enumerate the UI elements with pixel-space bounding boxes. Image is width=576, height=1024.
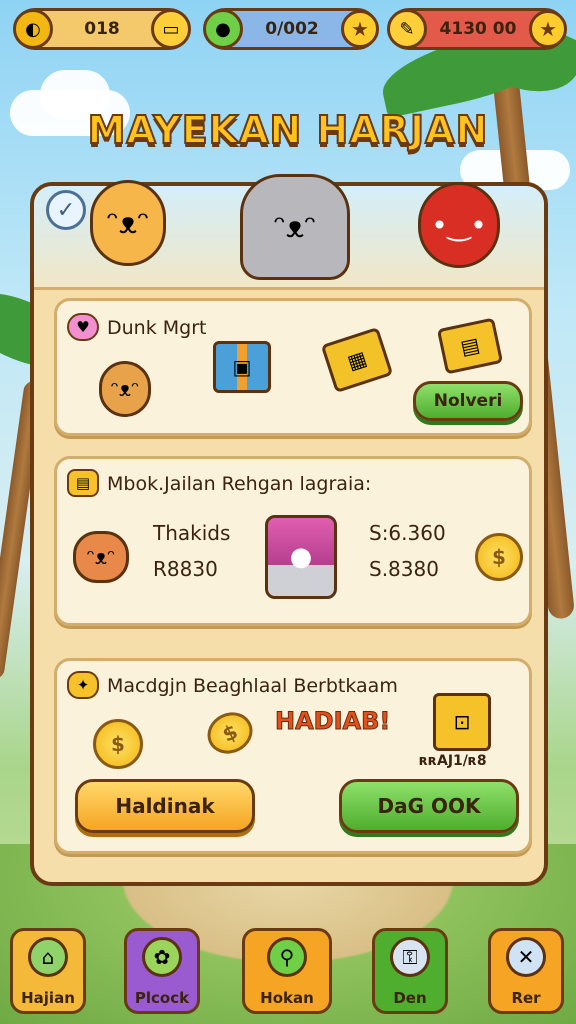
fruit-icon: ✿ <box>142 937 182 977</box>
star-icon[interactable]: ★ <box>341 10 379 48</box>
treasure-box-icon[interactable]: ● <box>265 515 337 599</box>
heart-gem-icon: ♥ <box>67 313 99 341</box>
reward-label: HADIAB! <box>274 707 391 736</box>
chest-label: ʀʀAJ1/ʀ8 <box>419 753 487 769</box>
nav-label: Plcock <box>134 989 190 1007</box>
gold-tag-icon: ▤ <box>67 469 99 497</box>
gold-bar-icon[interactable]: ▤ <box>436 317 504 375</box>
nav-label: Rer <box>511 989 541 1007</box>
nav-label: Den <box>393 989 427 1007</box>
squirrel-icon[interactable]: ᵔᴥᵔ <box>99 361 151 417</box>
building-block-icon[interactable]: ▦ <box>320 326 394 394</box>
nav-hajian[interactable]: ⌂ Hajian <box>10 928 86 1014</box>
reward-card: ✦ Macdgjn Beaghlaal Berbtkaam $ $ HADIAB… <box>54 658 532 854</box>
gold-chest-icon[interactable]: ⊡ <box>433 693 491 751</box>
potion-value: 0/002 <box>265 19 319 39</box>
nav-hokan[interactable]: ⚲ Hokan <box>242 928 332 1014</box>
key-resource-bar[interactable]: ✎ 4130 00 ★ <box>387 8 567 50</box>
wrench-icon: ✕ <box>506 937 546 977</box>
nav-den[interactable]: ⚿ Den <box>372 928 448 1014</box>
key-icon: ⚿ <box>390 937 430 977</box>
nav-rer[interactable]: ✕ Rer <box>488 928 564 1014</box>
left-action-button[interactable]: Haldinak <box>75 779 255 833</box>
pet-header: ✓ ᵔᴥᵔ ᵔᴥᵔ •‿• <box>34 174 544 290</box>
claim-button[interactable]: Nolveri <box>413 381 523 421</box>
stat-value: S:6.360 <box>369 521 446 545</box>
gold-coin-icon: $ <box>93 719 143 769</box>
map-icon: ⌂ <box>28 937 68 977</box>
gold-coin-icon: ◐ <box>13 9 53 49</box>
star-burst-icon: ✦ <box>67 671 99 699</box>
coin-resource-bar[interactable]: ◐ 018 ▭ <box>13 8 191 50</box>
tomato-pet-icon[interactable]: •‿• <box>418 182 500 268</box>
green-potion-icon: ● <box>203 9 243 49</box>
gift-box-icon[interactable]: ▣ <box>213 341 271 393</box>
stat-value: Thakids <box>153 521 231 545</box>
card-title: Mbok.Jailan Rehgan lagraia: <box>107 473 372 495</box>
main-panel: ✓ ᵔᴥᵔ ᵔᴥᵔ •‿• ♥ Dunk Mgrt ᵔᴥᵔ ▣ ▦ ▤ Nolv… <box>30 174 548 886</box>
stat-value: R8830 <box>153 557 218 581</box>
game-title: MAYEKAN HARJAN <box>87 107 489 153</box>
right-action-button[interactable]: DaG OOK <box>339 779 519 833</box>
star-icon[interactable]: ★ <box>529 10 567 48</box>
shop-card: ♥ Dunk Mgrt ᵔᴥᵔ ▣ ▦ ▤ Nolveri <box>54 298 532 436</box>
cat-pet-icon[interactable]: ᵔᴥᵔ <box>240 174 350 280</box>
card-title: Dunk Mgrt <box>107 317 207 339</box>
key-value: 4130 00 <box>439 19 517 39</box>
coin-add-icon[interactable]: ▭ <box>151 9 191 49</box>
gold-coin-icon: $ <box>475 533 523 581</box>
search-icon: ⚲ <box>267 937 307 977</box>
key-icon: ✎ <box>387 9 427 49</box>
checkmark-icon[interactable]: ✓ <box>46 190 86 230</box>
coin-value: 018 <box>84 19 120 39</box>
nav-label: Hajian <box>21 989 75 1007</box>
hamster-pet-icon[interactable]: ᵔᴥᵔ <box>90 180 166 266</box>
nav-label: Hokan <box>260 989 314 1007</box>
potion-resource-bar[interactable]: ● 0/002 ★ <box>203 8 379 50</box>
gold-coin-icon: $ <box>200 705 260 761</box>
card-title: Macdgjn Beaghlaal Berbtkaam <box>107 675 398 697</box>
nav-plcock[interactable]: ✿ Plcock <box>124 928 200 1014</box>
bear-avatar-icon[interactable]: ᵔᴥᵔ <box>73 531 129 583</box>
stat-value: S.8380 <box>369 557 439 581</box>
stats-card: ▤ Mbok.Jailan Rehgan lagraia: ᵔᴥᵔ Thakid… <box>54 456 532 626</box>
